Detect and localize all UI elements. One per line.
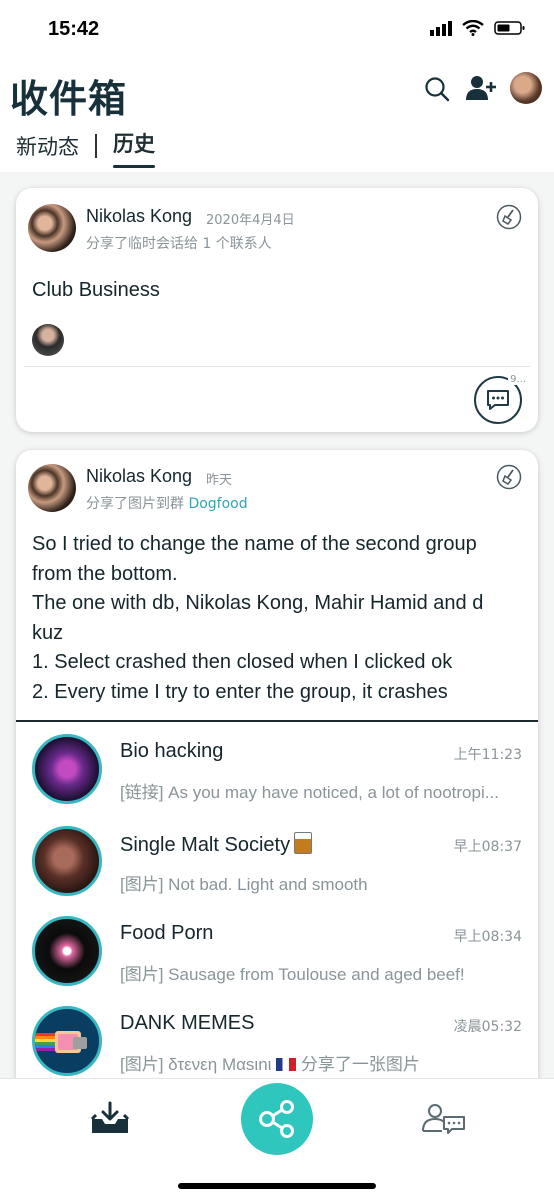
participant-avatar[interactable] (32, 324, 64, 356)
post-card[interactable]: Nikolas Kong 2020年4月4日 分享了临时会话给 1 个联系人 C… (16, 188, 538, 432)
group-name: Food Porn (120, 922, 214, 944)
group-last-message: [图片] Sausage from Toulouse and aged beef… (120, 965, 465, 984)
post-text-line: 1. Select crashed then closed when I cli… (32, 651, 453, 673)
post-card[interactable]: Nikolas Kong 昨天 分享了图片到群 Dogfood So I tri… (16, 450, 538, 1078)
inbox-icon[interactable] (90, 1101, 130, 1135)
post-text-line: kuz (32, 621, 64, 644)
cellular-signal-icon (430, 21, 452, 36)
broom-icon[interactable] (496, 204, 522, 230)
post-text-line: So I tried to change the name of the sec… (32, 533, 477, 555)
group-row[interactable]: Food Porn 早上08:34 [图片] Sausage from Toul… (16, 904, 538, 996)
group-name-text: Single Malt Society (120, 834, 291, 856)
group-avatar[interactable] (32, 826, 102, 896)
battery-icon (494, 21, 525, 35)
post-text-line: Club Business (32, 279, 160, 301)
group-last-message: [链接] As you may have noticed, a lot of n… (120, 783, 499, 802)
comment-count-badge: 9... (508, 374, 528, 385)
tab-new-activity[interactable]: 新动态 (16, 131, 79, 161)
contacts-chat-icon[interactable] (420, 1101, 466, 1135)
whisky-emoji-icon (294, 832, 313, 854)
tab-history[interactable]: 历史 (113, 128, 155, 168)
poster-avatar[interactable] (28, 204, 76, 252)
nyan-cat-icon (35, 1031, 87, 1053)
shared-group-list: Bio hacking 上午11:23 [链接] As you may have… (16, 720, 538, 1076)
group-name: DANK MEMES (120, 1012, 255, 1034)
post-date: 2020年4月4日 (206, 213, 295, 228)
search-icon[interactable] (424, 76, 450, 102)
group-time: 上午11:23 (453, 747, 522, 763)
share-nodes-icon (259, 1100, 294, 1138)
post-action: 分享了图片到群 Dogfood (86, 493, 248, 513)
group-time: 早上08:37 (453, 839, 522, 855)
post-action-text: 分享了图片到群 (86, 496, 184, 512)
poster-name[interactable]: Nikolas Kong (86, 206, 192, 227)
group-last-message: [图片] δτενεη Μαsιnι 分享了一张图片 (120, 1050, 522, 1075)
add-contact-icon[interactable] (466, 74, 496, 102)
broom-icon[interactable] (496, 464, 522, 490)
group-row[interactable]: Bio hacking 上午11:23 [链接] As you may have… (16, 722, 538, 814)
group-row[interactable]: DANK MEMES 凌晨05:32 [图片] δτενεη Μαsιnι 分享… (16, 994, 538, 1078)
group-avatar[interactable] (32, 1006, 102, 1076)
poster-avatar[interactable] (28, 464, 76, 512)
bottom-nav (0, 1078, 554, 1200)
comment-icon (487, 390, 509, 410)
group-time: 早上08:34 (453, 929, 522, 945)
user-avatar[interactable] (510, 72, 542, 104)
feed: Nikolas Kong 2020年4月4日 分享了临时会话给 1 个联系人 C… (0, 172, 554, 1078)
share-hub-button[interactable] (241, 1083, 313, 1155)
france-flag-icon (276, 1058, 297, 1071)
group-link[interactable]: Dogfood (188, 496, 247, 512)
group-avatar[interactable] (32, 734, 102, 804)
card-divider (24, 366, 530, 367)
header: 收件箱 新动态 历史 (0, 62, 554, 172)
group-last-message: [图片] Not bad. Light and smooth (120, 875, 368, 894)
group-name: Single Malt Society (120, 832, 313, 857)
post-action: 分享了临时会话给 1 个联系人 (86, 236, 272, 252)
status-time: 15:42 (48, 18, 100, 40)
group-last-message-sender: [图片] δτενεη Μαsιnι (120, 1055, 272, 1074)
group-time: 凌晨05:32 (453, 1019, 522, 1035)
post-text: Club Business (32, 276, 160, 306)
post-text: So I tried to change the name of the sec… (32, 530, 483, 707)
page-title: 收件箱 (10, 77, 128, 121)
post-text-line: 2. Every time I try to enter the group, … (32, 680, 448, 703)
home-indicator (178, 1183, 376, 1189)
tab-bar: 新动态 历史 (16, 128, 155, 168)
post-date: 昨天 (206, 473, 233, 488)
group-name: Bio hacking (120, 740, 224, 762)
post-text-line: The one with db, Nikolas Kong, Mahir Ham… (32, 592, 484, 614)
group-last-message-text: 分享了一张图片 (300, 1055, 420, 1074)
wifi-icon (462, 20, 484, 36)
post-text-line: from the bottom. (32, 562, 178, 585)
tab-separator (95, 134, 97, 158)
poster-name[interactable]: Nikolas Kong (86, 466, 192, 487)
group-avatar[interactable] (32, 916, 102, 986)
status-bar: 15:42 (0, 0, 554, 62)
group-row[interactable]: Single Malt Society 早上08:37 [图片] Not bad… (16, 814, 538, 906)
